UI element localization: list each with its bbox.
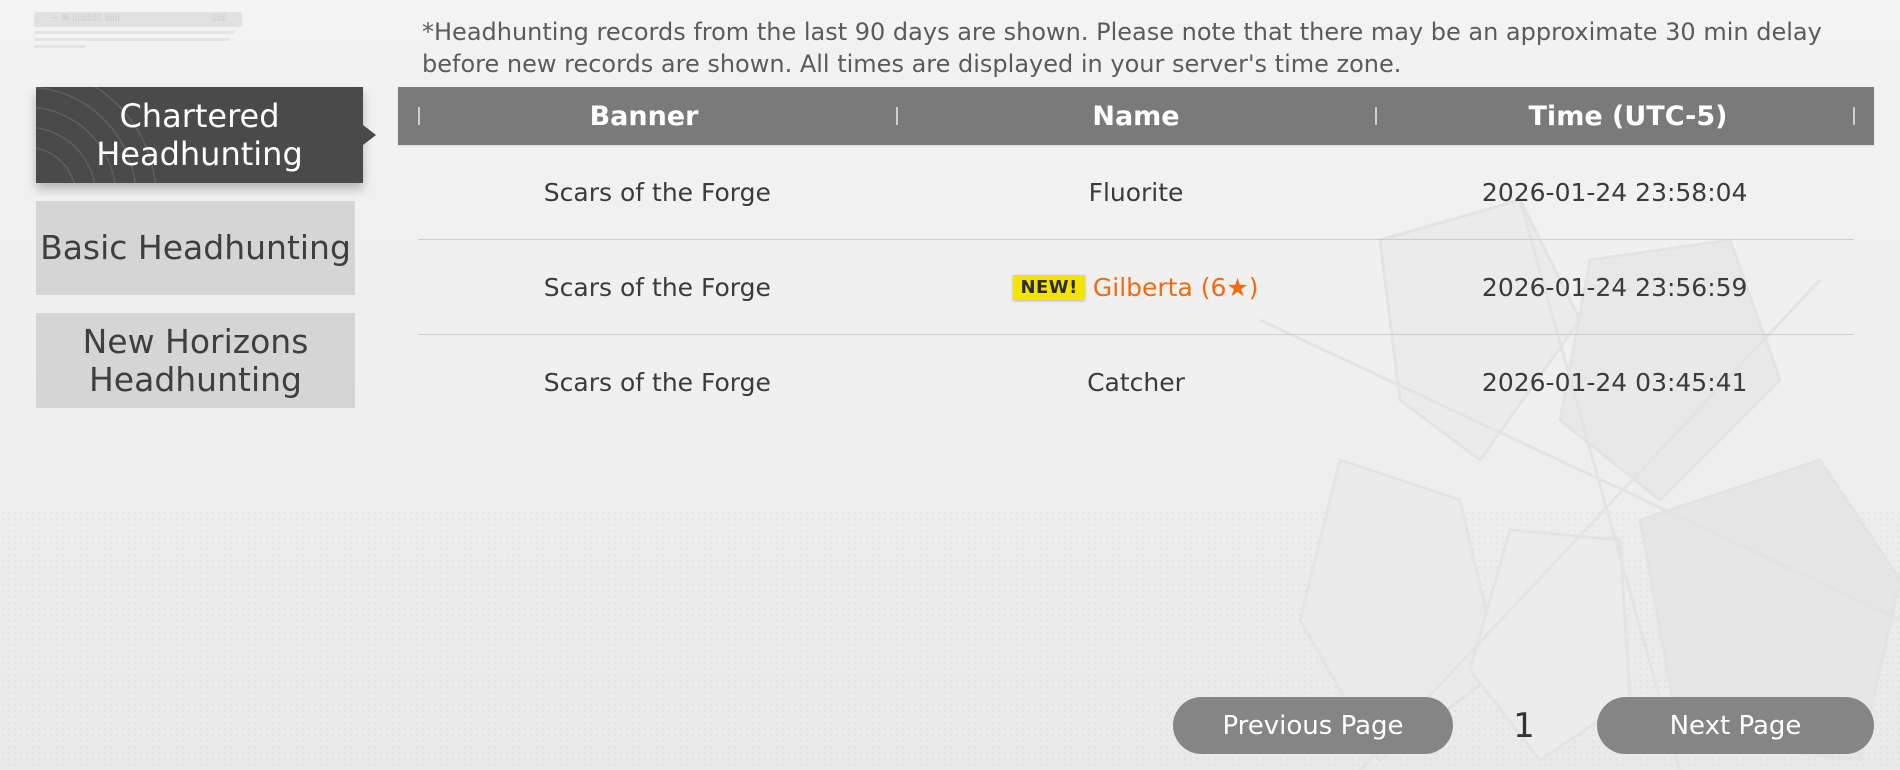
cell-time: 2026-01-24 23:58:04 — [1481, 177, 1748, 207]
tab-new-horizons-headhunting[interactable]: New Horizons Headhunting — [36, 313, 355, 408]
tab-label: New Horizons Headhunting — [82, 321, 309, 399]
faint-title-text: — ⊞ ▯▯▯▯▯▯ ▯▯▯ — [50, 13, 120, 23]
faint-line — [34, 45, 86, 48]
faint-header-block: — ⊞ ▯▯▯▯▯▯ ▯▯▯ ▯▯▯ — [34, 12, 242, 48]
tab-label: Basic Headhunting — [40, 228, 351, 267]
records-notice: *Headhunting records from the last 90 da… — [422, 18, 1822, 78]
column-header-banner: Banner — [589, 100, 699, 132]
headhunting-records-table: Banner Name Time (UTC-5) Scars of the Fo… — [398, 87, 1874, 429]
cell-banner: Scars of the Forge — [543, 177, 771, 207]
cell-name: Fluorite — [1088, 177, 1184, 207]
cell-name: NEW! Gilberta (6★) — [897, 273, 1376, 302]
tab-basic-headhunting[interactable]: Basic Headhunting — [36, 201, 355, 295]
column-header-name: Name — [1092, 100, 1180, 132]
table-header: Banner Name Time (UTC-5) — [398, 87, 1874, 145]
column-header-time: Time (UTC-5) — [1528, 100, 1728, 132]
tab-label: Chartered Headhunting — [96, 97, 303, 173]
table-row: Scars of the Forge Fluorite 2026-01-24 2… — [418, 145, 1854, 240]
faint-line — [34, 31, 234, 34]
table-row: Scars of the Forge NEW! Gilberta (6★) 20… — [418, 240, 1854, 335]
new-badge: NEW! — [1013, 274, 1085, 300]
current-page-number: 1 — [1513, 706, 1535, 746]
faint-badge-text: ▯▯▯ — [212, 13, 227, 23]
cell-time: 2026-01-24 23:56:59 — [1481, 272, 1748, 302]
cell-name: Catcher — [1087, 367, 1185, 397]
cell-banner: Scars of the Forge — [543, 367, 771, 397]
faint-line — [34, 38, 230, 41]
cell-banner: Scars of the Forge — [543, 272, 771, 302]
rare-operator-name: Gilberta (6★) — [1092, 272, 1259, 302]
faint-title-bar: — ⊞ ▯▯▯▯▯▯ ▯▯▯ ▯▯▯ — [34, 12, 242, 27]
table-row: Scars of the Forge Catcher 2026-01-24 03… — [418, 335, 1854, 429]
active-tab-pointer — [363, 125, 376, 145]
cell-time: 2026-01-24 03:45:41 — [1481, 367, 1748, 397]
previous-page-button[interactable]: Previous Page — [1173, 697, 1453, 754]
tab-chartered-headhunting[interactable]: Chartered Headhunting — [36, 87, 376, 183]
next-page-button[interactable]: Next Page — [1597, 697, 1874, 754]
